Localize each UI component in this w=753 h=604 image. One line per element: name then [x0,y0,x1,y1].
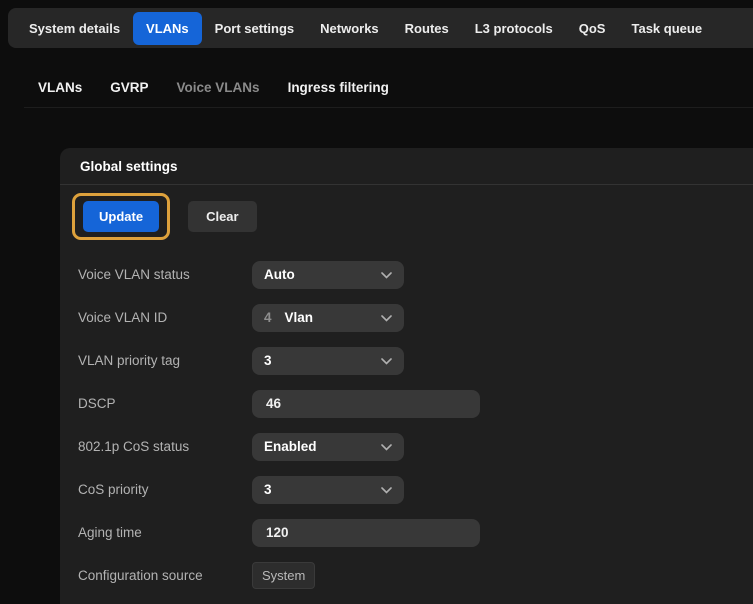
field-label: Aging time [78,525,252,540]
aging-time-input[interactable] [252,519,480,547]
subtab-vlans[interactable]: VLANs [24,80,96,95]
select-value: Auto [264,267,295,282]
chevron-down-icon [381,444,392,451]
tab-task-queue[interactable]: Task queue [618,12,715,45]
update-highlight-box: Update [72,193,170,240]
settings-form: Voice VLAN status Auto Voice VLAN ID 4 V… [60,253,753,597]
vlan-id-number: 4 [264,310,272,325]
select-value: 3 [264,482,272,497]
field-label: 802.1p CoS status [78,439,252,454]
field-label: VLAN priority tag [78,353,252,368]
field-label: Voice VLAN status [78,267,252,282]
chevron-down-icon [381,272,392,279]
subtab-gvrp[interactable]: GVRP [96,80,162,95]
tab-routes[interactable]: Routes [392,12,462,45]
update-button[interactable]: Update [83,201,159,232]
chevron-down-icon [381,315,392,322]
form-row-cos-status: 802.1p CoS status Enabled [60,425,753,468]
tab-port-settings[interactable]: Port settings [202,12,307,45]
voice-vlan-id-select[interactable]: 4 Vlan [252,304,404,332]
subtab-ingress-filtering[interactable]: Ingress filtering [274,80,403,95]
subtab-voice-vlans[interactable]: Voice VLANs [163,80,274,95]
card-header: Global settings [60,148,753,185]
card-title: Global settings [80,159,178,174]
tab-vlans[interactable]: VLANs [133,12,202,45]
field-label: Configuration source [78,568,252,583]
form-row-dscp: DSCP [60,382,753,425]
form-row-configuration-source: Configuration source System [60,554,753,597]
tab-system-details[interactable]: System details [16,12,133,45]
chevron-down-icon [381,358,392,365]
form-row-vlan-priority-tag: VLAN priority tag 3 [60,339,753,382]
select-value: Vlan [285,310,314,325]
select-value: Enabled [264,439,317,454]
tab-networks[interactable]: Networks [307,12,392,45]
select-value: 3 [264,353,272,368]
form-row-cos-priority: CoS priority 3 [60,468,753,511]
vlans-sub-navigation: VLANs GVRP Voice VLANs Ingress filtering [24,68,753,108]
voice-vlans-settings-screen: System details VLANs Port settings Netwo… [0,0,753,604]
vlan-priority-tag-select[interactable]: 3 [252,347,404,375]
action-buttons-row: Update Clear [72,193,753,240]
tab-qos[interactable]: QoS [566,12,619,45]
cos-status-select[interactable]: Enabled [252,433,404,461]
top-navigation-bar: System details VLANs Port settings Netwo… [8,8,753,48]
form-row-voice-vlan-id: Voice VLAN ID 4 Vlan [60,296,753,339]
voice-vlan-status-select[interactable]: Auto [252,261,404,289]
global-settings-card: Global settings Update Clear Voice VLAN … [60,148,753,604]
field-label: Voice VLAN ID [78,310,252,325]
form-row-voice-vlan-status: Voice VLAN status Auto [60,253,753,296]
configuration-source-value: System [252,562,315,589]
cos-priority-select[interactable]: 3 [252,476,404,504]
field-label: CoS priority [78,482,252,497]
chevron-down-icon [381,487,392,494]
form-row-aging-time: Aging time [60,511,753,554]
tab-l3-protocols[interactable]: L3 protocols [462,12,566,45]
field-label: DSCP [78,396,252,411]
clear-button[interactable]: Clear [188,201,257,232]
dscp-input[interactable] [252,390,480,418]
